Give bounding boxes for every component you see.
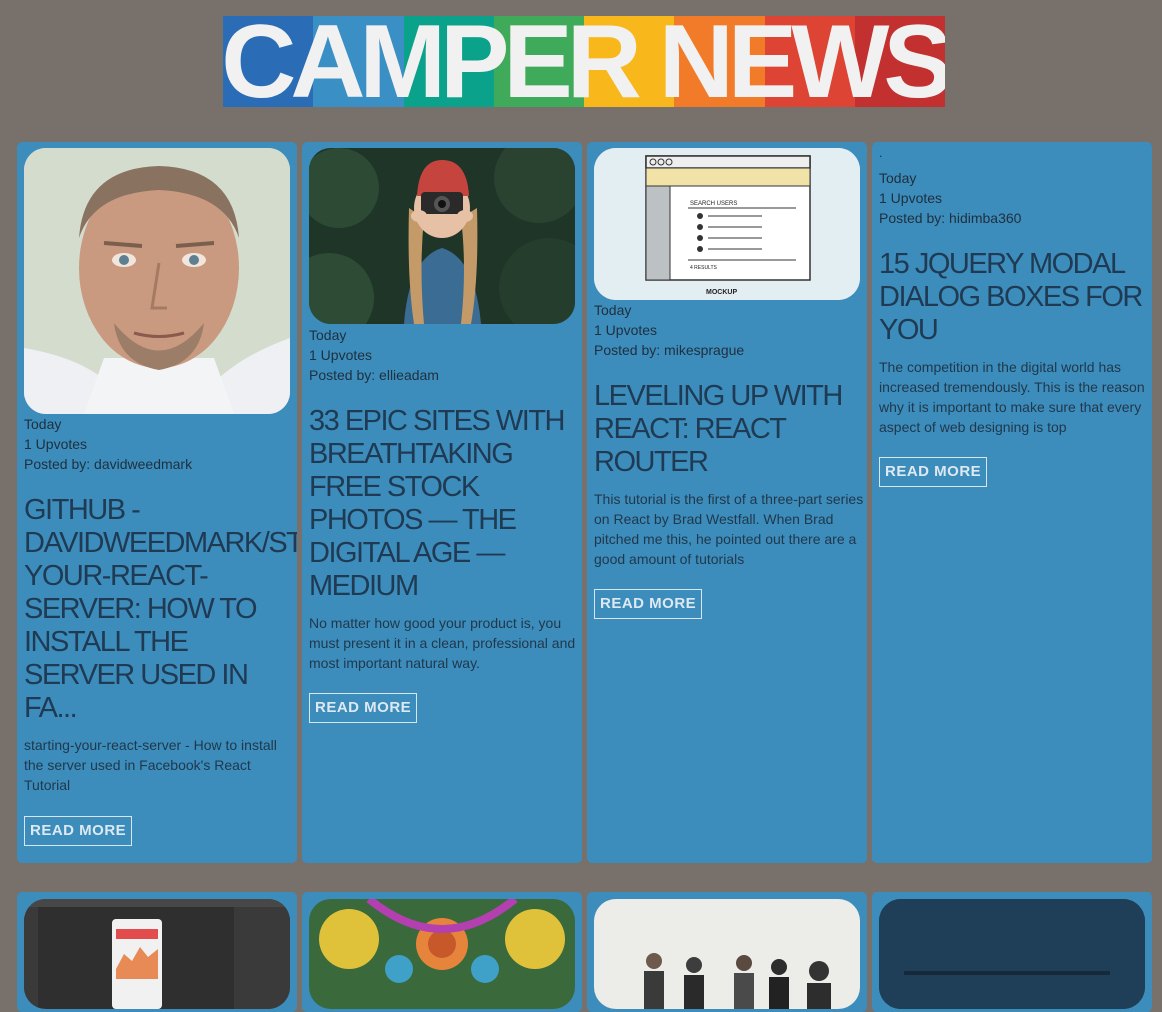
read-more-button[interactable]: READ MORE	[24, 816, 133, 846]
post-date: Today	[594, 302, 632, 318]
post-card	[17, 892, 297, 1012]
post-thumbnail[interactable]	[24, 899, 290, 1009]
post-upvotes: 1 Upvotes	[309, 347, 373, 363]
post-title[interactable]: GITHUB - DAVIDWEEDMARK/ST YOUR-REACT- SE…	[24, 494, 297, 725]
mockup-image: SEARCH USERS 4 RESULTS MOCKUP	[594, 148, 860, 300]
read-more-button[interactable]: READ MORE	[309, 693, 418, 723]
broken-image-marker: .	[879, 146, 883, 160]
post-meta: Today 1 Upvotes Posted by: mikesprague	[594, 300, 744, 360]
post-meta: Today 1 Upvotes Posted by: hidimba360	[879, 168, 1021, 228]
post-date: Today	[24, 416, 62, 432]
post-upvotes: 1 Upvotes	[879, 190, 943, 206]
mockup-search-label: SEARCH USERS	[690, 201, 737, 207]
post-thumbnail[interactable]	[594, 899, 860, 1009]
dark-banner-image	[879, 899, 1145, 1009]
post-thumbnail[interactable]	[24, 148, 290, 414]
post-card	[872, 892, 1152, 1012]
post-upvotes: 1 Upvotes	[594, 322, 658, 338]
post-date: Today	[309, 327, 347, 343]
photoshop-screenshot-image	[24, 899, 290, 1009]
post-title[interactable]: 15 JQUERY MODAL DIALOG BOXES FOR YOU	[879, 248, 1152, 347]
post-upvotes: 1 Upvotes	[24, 436, 88, 452]
post-author[interactable]: Posted by: davidweedmark	[24, 454, 192, 474]
portrait-image	[24, 148, 290, 414]
post-date: Today	[879, 170, 917, 186]
post-card: Today 1 Upvotes Posted by: davidweedmark…	[17, 142, 297, 863]
post-card: SEARCH USERS 4 RESULTS MOCKUP Today 1 Up…	[587, 142, 867, 863]
team-photo-image	[594, 899, 860, 1009]
post-title[interactable]: 33 EPIC SITES WITH BREATHTAKING FREE STO…	[309, 405, 582, 603]
post-author[interactable]: Posted by: mikesprague	[594, 340, 744, 360]
post-card	[302, 892, 582, 1012]
read-more-button[interactable]: READ MORE	[594, 589, 703, 619]
photographer-image	[309, 148, 575, 324]
post-excerpt: starting-your-react-server - How to inst…	[24, 737, 277, 793]
post-card: . Today 1 Upvotes Posted by: hidimba360 …	[872, 142, 1152, 863]
camper-news-logo: CAMPER NEWS	[223, 16, 945, 107]
post-card	[587, 892, 867, 1012]
post-excerpt: The competition in the digital world has…	[879, 359, 1145, 435]
fractal-image	[309, 899, 575, 1009]
post-meta: Today 1 Upvotes Posted by: davidweedmark	[24, 414, 192, 474]
post-excerpt: This tutorial is the first of a three-pa…	[594, 491, 864, 567]
post-thumbnail[interactable]	[309, 899, 575, 1009]
mockup-results-label: 4 RESULTS	[690, 265, 718, 271]
post-thumbnail[interactable]	[879, 899, 1145, 1009]
post-card: Today 1 Upvotes Posted by: ellieadam 33 …	[302, 142, 582, 863]
post-meta: Today 1 Upvotes Posted by: ellieadam	[309, 325, 439, 385]
post-thumbnail[interactable]: SEARCH USERS 4 RESULTS MOCKUP	[594, 148, 860, 300]
post-thumbnail[interactable]	[309, 148, 575, 324]
mockup-caption: MOCKUP	[706, 289, 737, 296]
post-title[interactable]: LEVELING UP WITH REACT: REACT ROUTER	[594, 380, 867, 479]
post-author[interactable]: Posted by: ellieadam	[309, 365, 439, 385]
post-author[interactable]: Posted by: hidimba360	[879, 208, 1021, 228]
logo-text: CAMPER NEWS	[223, 16, 945, 107]
read-more-button[interactable]: READ MORE	[879, 457, 988, 487]
post-excerpt: No matter how good your product is, you …	[309, 615, 576, 671]
